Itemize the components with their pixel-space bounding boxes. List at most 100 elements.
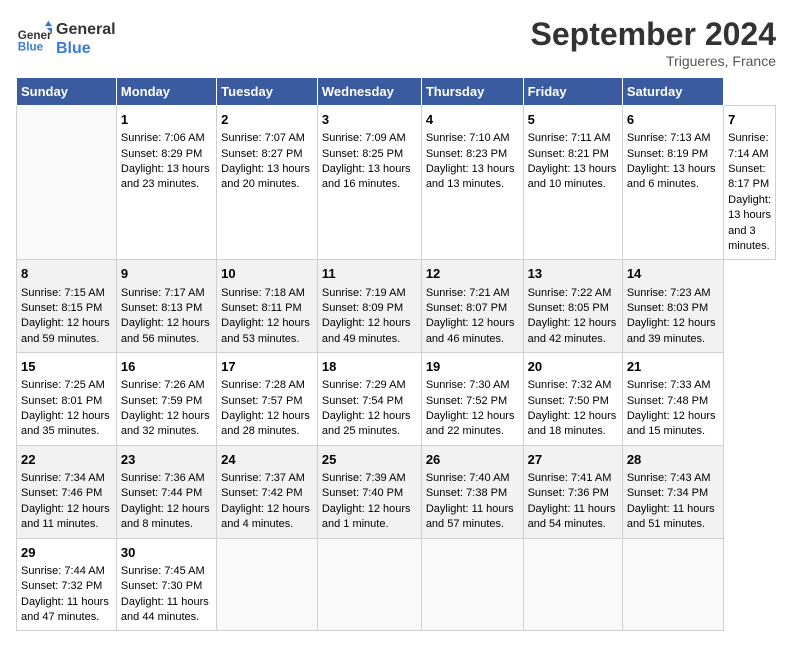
daylight-text: Daylight: 12 hours and 32 minutes. — [121, 410, 210, 437]
sunrise-text: Sunrise: 7:37 AM — [221, 472, 305, 484]
title-block: September 2024 Trigueres, France — [531, 16, 776, 69]
sunset-text: Sunset: 8:23 PM — [426, 148, 507, 160]
svg-text:Blue: Blue — [18, 41, 44, 54]
sunset-text: Sunset: 7:48 PM — [627, 395, 708, 407]
sunrise-text: Sunrise: 7:22 AM — [528, 287, 612, 299]
day-number: 6 — [627, 111, 719, 129]
calendar-cell: 28Sunrise: 7:43 AMSunset: 7:34 PMDayligh… — [622, 445, 723, 538]
page-header: General Blue General Blue September 2024… — [16, 16, 776, 69]
sunrise-text: Sunrise: 7:06 AM — [121, 132, 205, 144]
daylight-text: Daylight: 11 hours and 57 minutes. — [426, 503, 514, 530]
sunrise-text: Sunrise: 7:21 AM — [426, 287, 510, 299]
day-number: 27 — [528, 451, 618, 469]
logo: General Blue General Blue — [16, 16, 116, 58]
daylight-text: Daylight: 13 hours and 6 minutes. — [627, 163, 716, 190]
daylight-text: Daylight: 13 hours and 16 minutes. — [322, 163, 411, 190]
calendar-cell: 16Sunrise: 7:26 AMSunset: 7:59 PMDayligh… — [116, 353, 216, 446]
daylight-text: Daylight: 12 hours and 56 minutes. — [121, 317, 210, 344]
day-number: 4 — [426, 111, 519, 129]
calendar-cell: 24Sunrise: 7:37 AMSunset: 7:42 PMDayligh… — [217, 445, 318, 538]
sunset-text: Sunset: 8:11 PM — [221, 302, 302, 314]
sunrise-text: Sunrise: 7:41 AM — [528, 472, 612, 484]
sunrise-text: Sunrise: 7:19 AM — [322, 287, 406, 299]
sunrise-text: Sunrise: 7:13 AM — [627, 132, 711, 144]
calendar-cell: 13Sunrise: 7:22 AMSunset: 8:05 PMDayligh… — [523, 260, 622, 353]
calendar-cell: 17Sunrise: 7:28 AMSunset: 7:57 PMDayligh… — [217, 353, 318, 446]
daylight-text: Daylight: 13 hours and 23 minutes. — [121, 163, 210, 190]
sunset-text: Sunset: 7:42 PM — [221, 487, 302, 499]
calendar-cell: 14Sunrise: 7:23 AMSunset: 8:03 PMDayligh… — [622, 260, 723, 353]
day-number: 11 — [322, 265, 417, 283]
sunrise-text: Sunrise: 7:09 AM — [322, 132, 406, 144]
day-number: 5 — [528, 111, 618, 129]
logo-icon: General Blue — [16, 19, 52, 55]
calendar-cell: 22Sunrise: 7:34 AMSunset: 7:46 PMDayligh… — [17, 445, 117, 538]
sunset-text: Sunset: 8:25 PM — [322, 148, 403, 160]
calendar-cell: 11Sunrise: 7:19 AMSunset: 8:09 PMDayligh… — [317, 260, 421, 353]
calendar-cell — [217, 538, 318, 631]
calendar-cell — [317, 538, 421, 631]
sunset-text: Sunset: 8:01 PM — [21, 395, 102, 407]
sunrise-text: Sunrise: 7:18 AM — [221, 287, 305, 299]
sunset-text: Sunset: 7:59 PM — [121, 395, 202, 407]
daylight-text: Daylight: 12 hours and 25 minutes. — [322, 410, 411, 437]
sunrise-text: Sunrise: 7:30 AM — [426, 379, 510, 391]
daylight-text: Daylight: 12 hours and 11 minutes. — [21, 503, 110, 530]
calendar-table: SundayMondayTuesdayWednesdayThursdayFrid… — [16, 77, 776, 631]
sunrise-text: Sunrise: 7:07 AM — [221, 132, 305, 144]
day-number: 23 — [121, 451, 212, 469]
sunset-text: Sunset: 8:09 PM — [322, 302, 403, 314]
calendar-cell: 1 Sunrise: 7:06 AM Sunset: 8:29 PM Daylight… — [116, 106, 216, 260]
sunrise-text: Sunrise: 7:10 AM — [426, 132, 510, 144]
sunset-text: Sunset: 7:38 PM — [426, 487, 507, 499]
daylight-text: Daylight: 11 hours and 51 minutes. — [627, 503, 715, 530]
sunrise-text: Sunrise: 7:11 AM — [528, 132, 611, 144]
sunset-text: Sunset: 8:27 PM — [221, 148, 302, 160]
sunset-text: Sunset: 7:46 PM — [21, 487, 102, 499]
calendar-cell: 29Sunrise: 7:44 AMSunset: 7:32 PMDayligh… — [17, 538, 117, 631]
calendar-cell: 23Sunrise: 7:36 AMSunset: 7:44 PMDayligh… — [116, 445, 216, 538]
calendar-cell: 25Sunrise: 7:39 AMSunset: 7:40 PMDayligh… — [317, 445, 421, 538]
day-number: 2 — [221, 111, 313, 129]
calendar-cell: 8Sunrise: 7:15 AMSunset: 8:15 PMDaylight… — [17, 260, 117, 353]
daylight-text: Daylight: 12 hours and 35 minutes. — [21, 410, 110, 437]
day-number: 20 — [528, 358, 618, 376]
header-tuesday: Tuesday — [217, 78, 318, 106]
sunset-text: Sunset: 8:29 PM — [121, 148, 202, 160]
calendar-cell: 12Sunrise: 7:21 AMSunset: 8:07 PMDayligh… — [421, 260, 523, 353]
daylight-text: Daylight: 12 hours and 8 minutes. — [121, 503, 210, 530]
logo-general: General — [56, 20, 116, 39]
daylight-text: Daylight: 12 hours and 4 minutes. — [221, 503, 310, 530]
day-number: 8 — [21, 265, 112, 283]
sunrise-text: Sunrise: 7:33 AM — [627, 379, 711, 391]
day-number: 15 — [21, 358, 112, 376]
daylight-text: Daylight: 12 hours and 28 minutes. — [221, 410, 310, 437]
sunset-text: Sunset: 8:15 PM — [21, 302, 102, 314]
daylight-text: Daylight: 12 hours and 15 minutes. — [627, 410, 716, 437]
sunrise-text: Sunrise: 7:44 AM — [21, 565, 105, 577]
sunset-text: Sunset: 7:36 PM — [528, 487, 609, 499]
daylight-text: Daylight: 11 hours and 54 minutes. — [528, 503, 616, 530]
daylight-text: Daylight: 13 hours and 20 minutes. — [221, 163, 310, 190]
sunrise-text: Sunrise: 7:15 AM — [21, 287, 105, 299]
day-number: 13 — [528, 265, 618, 283]
sunset-text: Sunset: 7:50 PM — [528, 395, 609, 407]
day-number: 30 — [121, 544, 212, 562]
sunrise-text: Sunrise: 7:45 AM — [121, 565, 205, 577]
page-title: September 2024 — [531, 16, 776, 53]
daylight-text: Daylight: 12 hours and 42 minutes. — [528, 317, 617, 344]
header-saturday: Saturday — [622, 78, 723, 106]
day-number: 1 — [121, 111, 212, 129]
sunrise-text: Sunrise: 7:23 AM — [627, 287, 711, 299]
sunset-text: Sunset: 7:40 PM — [322, 487, 403, 499]
sunset-text: Sunset: 8:07 PM — [426, 302, 507, 314]
calendar-cell: 3 Sunrise: 7:09 AM Sunset: 8:25 PM Daylight… — [317, 106, 421, 260]
sunrise-text: Sunrise: 7:14 AM — [728, 132, 768, 159]
sunrise-text: Sunrise: 7:17 AM — [121, 287, 205, 299]
day-number: 3 — [322, 111, 417, 129]
calendar-cell — [17, 106, 117, 260]
header-wednesday: Wednesday — [317, 78, 421, 106]
sunset-text: Sunset: 7:32 PM — [21, 580, 102, 592]
calendar-cell: 10Sunrise: 7:18 AMSunset: 8:11 PMDayligh… — [217, 260, 318, 353]
calendar-cell: 26Sunrise: 7:40 AMSunset: 7:38 PMDayligh… — [421, 445, 523, 538]
